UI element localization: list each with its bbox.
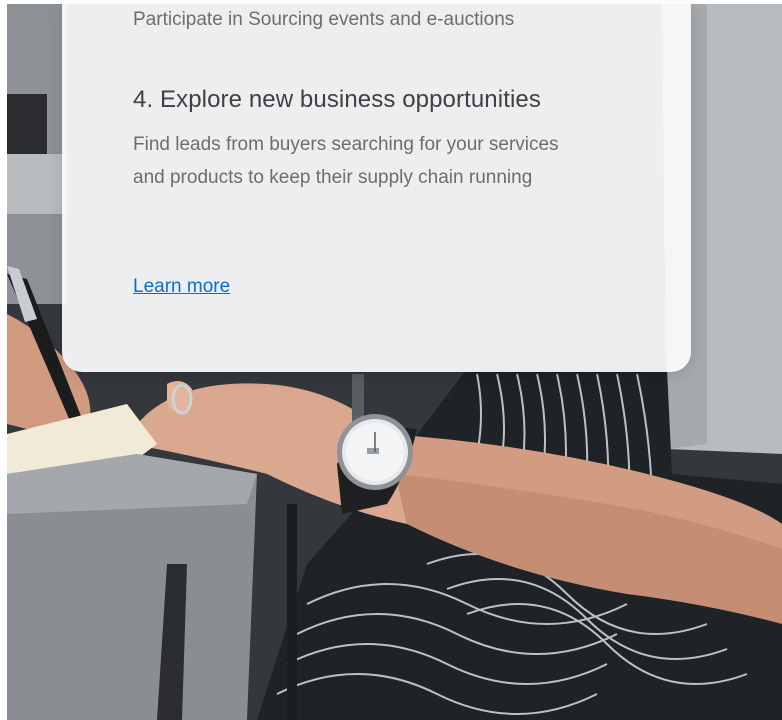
item-description: Find leads from buyers searching for you… bbox=[133, 134, 559, 188]
learn-more-link[interactable]: Learn more bbox=[133, 276, 230, 298]
item-heading: 4. Explore new business opportunities bbox=[133, 86, 541, 113]
previous-item-description: Participate in Sourcing events and e-auc… bbox=[133, 9, 515, 30]
page: Participate in Sourcing events and e-auc… bbox=[0, 0, 782, 720]
feature-card: Participate in Sourcing events and e-auc… bbox=[62, 0, 691, 372]
